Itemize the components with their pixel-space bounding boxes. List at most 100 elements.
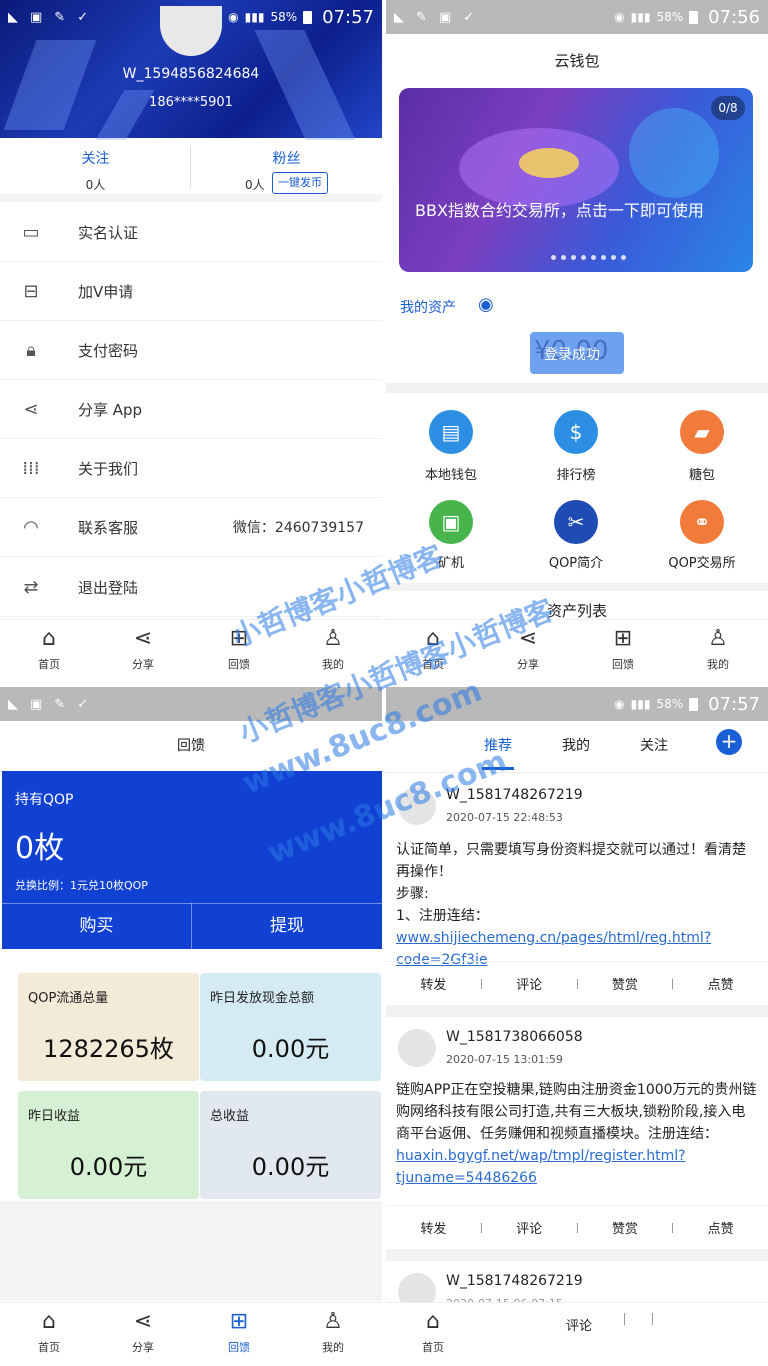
wechat-id: 微信：2460739157 — [232, 520, 364, 536]
nav-feedback[interactable]: ⊞ 回馈 — [204, 1309, 274, 1355]
add-post-button[interactable]: + — [716, 729, 742, 755]
wallet-screen: ◣ ✎ ▣ ✓ ◉ ▮▮▮ 58% 07:56 云钱包 0/8 BBX指数合约交易所，点击一… — [386, 0, 768, 683]
repost-button[interactable]: 转发 — [386, 974, 481, 993]
stat-label: 昨日收益 — [28, 1109, 81, 1124]
nav-feedback[interactable]: ⊞ 回馈 — [204, 626, 274, 672]
signal-icon: ▮▮▮ — [244, 10, 265, 24]
nav-home[interactable]: ⌂ 首页 — [398, 626, 468, 672]
username: W_1594856824684 — [122, 66, 260, 82]
feedback-screen: ◣ ▣ ✎ ✓ 回馈 持有QOP 0枚 兑换比例：1元兑10枚QOP 购买 提现 QO… — [0, 687, 382, 1366]
post-text: 认证简单，只需要填写身份资料提交就可以通过！看清楚再操作！ — [396, 842, 746, 880]
post-text: 步骤: — [396, 886, 429, 902]
page-title: 云钱包 — [554, 52, 600, 70]
nav-share[interactable]: ⋖ 分享 — [108, 626, 178, 672]
menu-label: 联系客服 — [78, 518, 139, 537]
comment-button[interactable]: 评论 — [482, 1218, 577, 1237]
clock: 07:57 — [708, 693, 760, 715]
eye-icon[interactable]: ◉ — [478, 294, 494, 315]
menu-item-vip[interactable]: ⊟ 加V申请 — [0, 262, 382, 321]
promo-banner[interactable]: 0/8 BBX指数合约交易所，点击一下即可使用 — [399, 88, 753, 272]
withdraw-button[interactable]: 提现 — [192, 911, 382, 936]
nav-mine[interactable]: ♙ 我的 — [298, 626, 368, 672]
grid-ranking[interactable]: 排行榜 — [526, 464, 626, 483]
box-icon[interactable]: ▣ — [429, 500, 473, 544]
wifi-icon: ◉ — [614, 10, 625, 24]
nav-home[interactable]: ⌂ 首页 — [14, 1309, 84, 1355]
publish-coin-button[interactable]: 一键发币 — [272, 172, 328, 194]
battery-icon — [689, 10, 699, 24]
post-username: W_1581748267219 — [446, 787, 583, 803]
fans-label[interactable]: 粉丝 — [191, 148, 382, 168]
exchange-ratio: 兑换比例：1元兑10枚QOP — [15, 879, 148, 892]
clock: 07:57 — [322, 6, 374, 28]
nav-label: 回馈 — [228, 1341, 250, 1354]
nav-mine[interactable]: ♙ 我的 — [683, 626, 753, 672]
bottom-nav: ⌂ 首页 ⋖ 分享 ⊞ 回馈 ♙ 我的 — [0, 1302, 382, 1366]
comment-button[interactable]: 评论 — [482, 974, 577, 993]
battery-percent: 58% — [656, 697, 684, 711]
post-body: 链购APP正在空投糖果,链购由注册资金1000万元的贵州链购网络科技有限公司打造… — [396, 1079, 758, 1189]
tab-recommend[interactable]: 推荐 — [484, 735, 512, 755]
grid-qop-exchange[interactable]: QOP交易所 — [652, 552, 752, 571]
qop-card: 持有QOP 0枚 兑换比例：1元兑10枚QOP 购买 提现 — [2, 771, 382, 949]
repost-button[interactable]: 转发 — [386, 1218, 481, 1237]
clock: 07:56 — [708, 6, 760, 28]
home-icon: ⌂ — [42, 1309, 56, 1334]
buy-button[interactable]: 购买 — [2, 911, 191, 936]
grid-local-wallet[interactable]: 本地钱包 — [401, 464, 501, 483]
menu-item-about[interactable]: ⁞⁞⁞ 关于我们 — [0, 439, 382, 498]
truck-icon[interactable]: ▰ — [680, 410, 724, 454]
nav-label: 我的 — [707, 658, 729, 671]
grid-qop-intro[interactable]: QOP简介 — [526, 552, 626, 571]
image-icon: ▣ — [30, 696, 43, 712]
status-bar: ◉ ▮▮▮ 58% 07:57 — [386, 687, 768, 721]
post-card[interactable]: W_1581748267219 2020-07-15 22:48:53 认证简单… — [386, 775, 768, 968]
tab-mine[interactable]: 我的 — [562, 735, 590, 755]
post-username: W_1581738066058 — [446, 1029, 583, 1045]
grid-miner[interactable]: 矿机 — [401, 552, 501, 571]
nav-home[interactable]: ⌂ 首页 — [398, 1309, 468, 1355]
tip-button[interactable]: 赞赏 — [578, 974, 673, 993]
bottom-nav: ⌂ 首页 评论 — [386, 1302, 768, 1366]
feed-tabs: 推荐 我的 关注 + — [386, 721, 768, 773]
nav-label: 分享 — [132, 1341, 154, 1354]
grid-candy-pack[interactable]: 糖包 — [652, 464, 752, 483]
follow-label[interactable]: 关注 — [0, 148, 191, 168]
menu-item-share-app[interactable]: ⋖ 分享 App — [0, 380, 382, 439]
like-button[interactable]: 点赞 — [673, 1218, 768, 1237]
stat-value: 1282265枚 — [43, 1035, 174, 1063]
bone-icon[interactable]: ⚭ — [680, 500, 724, 544]
grid-icon: ⁞⁞⁞ — [22, 457, 40, 479]
carousel-dots[interactable] — [551, 255, 626, 260]
nav-label: 我的 — [322, 1341, 344, 1354]
toast: ¥0.00 登录成功 — [530, 332, 624, 374]
share-icon: ⋖ — [133, 1309, 153, 1334]
dollar-icon[interactable]: $ — [554, 410, 598, 454]
post-link[interactable]: huaxin.bgygf.net/wap/tmpl/register.html?… — [396, 1148, 686, 1186]
menu-item-logout[interactable]: ⇄ 退出登陆 — [0, 558, 382, 617]
tab-following[interactable]: 关注 — [640, 735, 668, 755]
stat-label: 昨日发放现金总额 — [210, 991, 315, 1006]
follow-stats: 关注 0人 粉丝 0人 一键发币 — [0, 138, 382, 202]
hold-label: 持有QOP — [15, 792, 74, 808]
avatar[interactable] — [398, 1029, 436, 1067]
menu-item-pay-password[interactable]: 🔒︎ 支付密码 — [0, 321, 382, 380]
nav-share[interactable]: ⋖ 分享 — [493, 626, 563, 672]
comment-button[interactable]: 评论 — [566, 1315, 592, 1334]
tools-icon[interactable]: ✂ — [554, 500, 598, 544]
my-assets-label: 我的资产 — [400, 300, 456, 316]
post-text: 链购APP正在空投糖果,链购由注册资金1000万元的贵州链购网络科技有限公司打造… — [396, 1082, 757, 1142]
nav-home[interactable]: ⌂ 首页 — [14, 626, 84, 672]
like-button[interactable]: 点赞 — [673, 974, 768, 993]
post-card[interactable]: W_1581738066058 2020-07-15 13:01:59 链购AP… — [386, 1017, 768, 1205]
flashlight-icon: ✎ — [54, 9, 66, 25]
menu-item-verify[interactable]: ▭ 实名认证 — [0, 203, 382, 262]
nav-share[interactable]: ⋖ 分享 — [108, 1309, 178, 1355]
basket-icon[interactable]: ▤ — [429, 410, 473, 454]
menu-item-support[interactable]: ◠ 联系客服 微信：2460739157 — [0, 498, 382, 557]
avatar[interactable] — [398, 787, 436, 825]
tip-button[interactable]: 赞赏 — [578, 1218, 673, 1237]
nav-feedback[interactable]: ⊞ 回馈 — [588, 626, 658, 672]
signal-icon: ▮▮▮ — [630, 10, 651, 24]
nav-mine[interactable]: ♙ 我的 — [298, 1309, 368, 1355]
